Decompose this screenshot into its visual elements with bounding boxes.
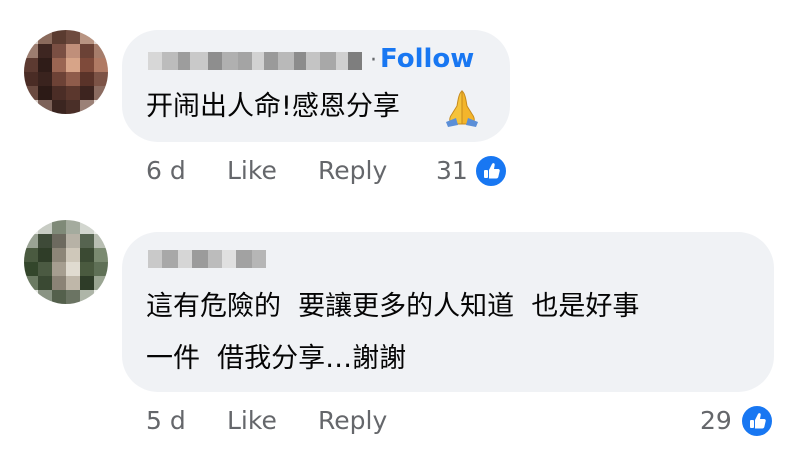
thumbs-up-icon[interactable] <box>740 404 774 438</box>
comment-age[interactable]: 5 d <box>146 406 186 435</box>
reaction-count[interactable]: 31 <box>436 156 468 185</box>
reaction-count[interactable]: 29 <box>700 406 732 435</box>
like-button[interactable]: Like <box>227 156 277 185</box>
comment-text: 开闹出人命!感恩分享 <box>146 84 478 130</box>
comment-1: · Follow 开闹出人命!感恩分享 6 d Like Reply 31 <box>0 0 800 200</box>
like-button[interactable]: Like <box>227 406 277 435</box>
author-name-redacted[interactable] <box>148 250 266 268</box>
author-name-redacted[interactable] <box>148 52 362 70</box>
separator-dot: · <box>370 48 377 73</box>
comment-bubble: · Follow 开闹出人命!感恩分享 <box>122 30 510 142</box>
avatar[interactable] <box>24 220 108 304</box>
comment-bubble: 這有危險的 要讓更多的人知道 也是好事 一件 借我分享…謝謝 <box>122 232 774 392</box>
comment-age[interactable]: 6 d <box>146 156 186 185</box>
comment-text-body: 开闹出人命!感恩分享 <box>146 91 400 122</box>
comment-actions: 5 d Like Reply <box>146 406 546 438</box>
comment-text-line-2: 一件 借我分享…謝謝 <box>146 343 407 374</box>
follow-button[interactable]: Follow <box>380 44 474 74</box>
thumbs-up-icon[interactable] <box>474 154 508 188</box>
avatar[interactable] <box>24 30 108 114</box>
comment-text-line-1: 這有危險的 要讓更多的人知道 也是好事 <box>146 291 640 322</box>
comment-2: 這有危險的 要讓更多的人知道 也是好事 一件 借我分享…謝謝 5 d Like … <box>0 200 800 450</box>
reply-button[interactable]: Reply <box>318 156 387 185</box>
reply-button[interactable]: Reply <box>318 406 387 435</box>
folded-hands-icon <box>446 90 478 127</box>
